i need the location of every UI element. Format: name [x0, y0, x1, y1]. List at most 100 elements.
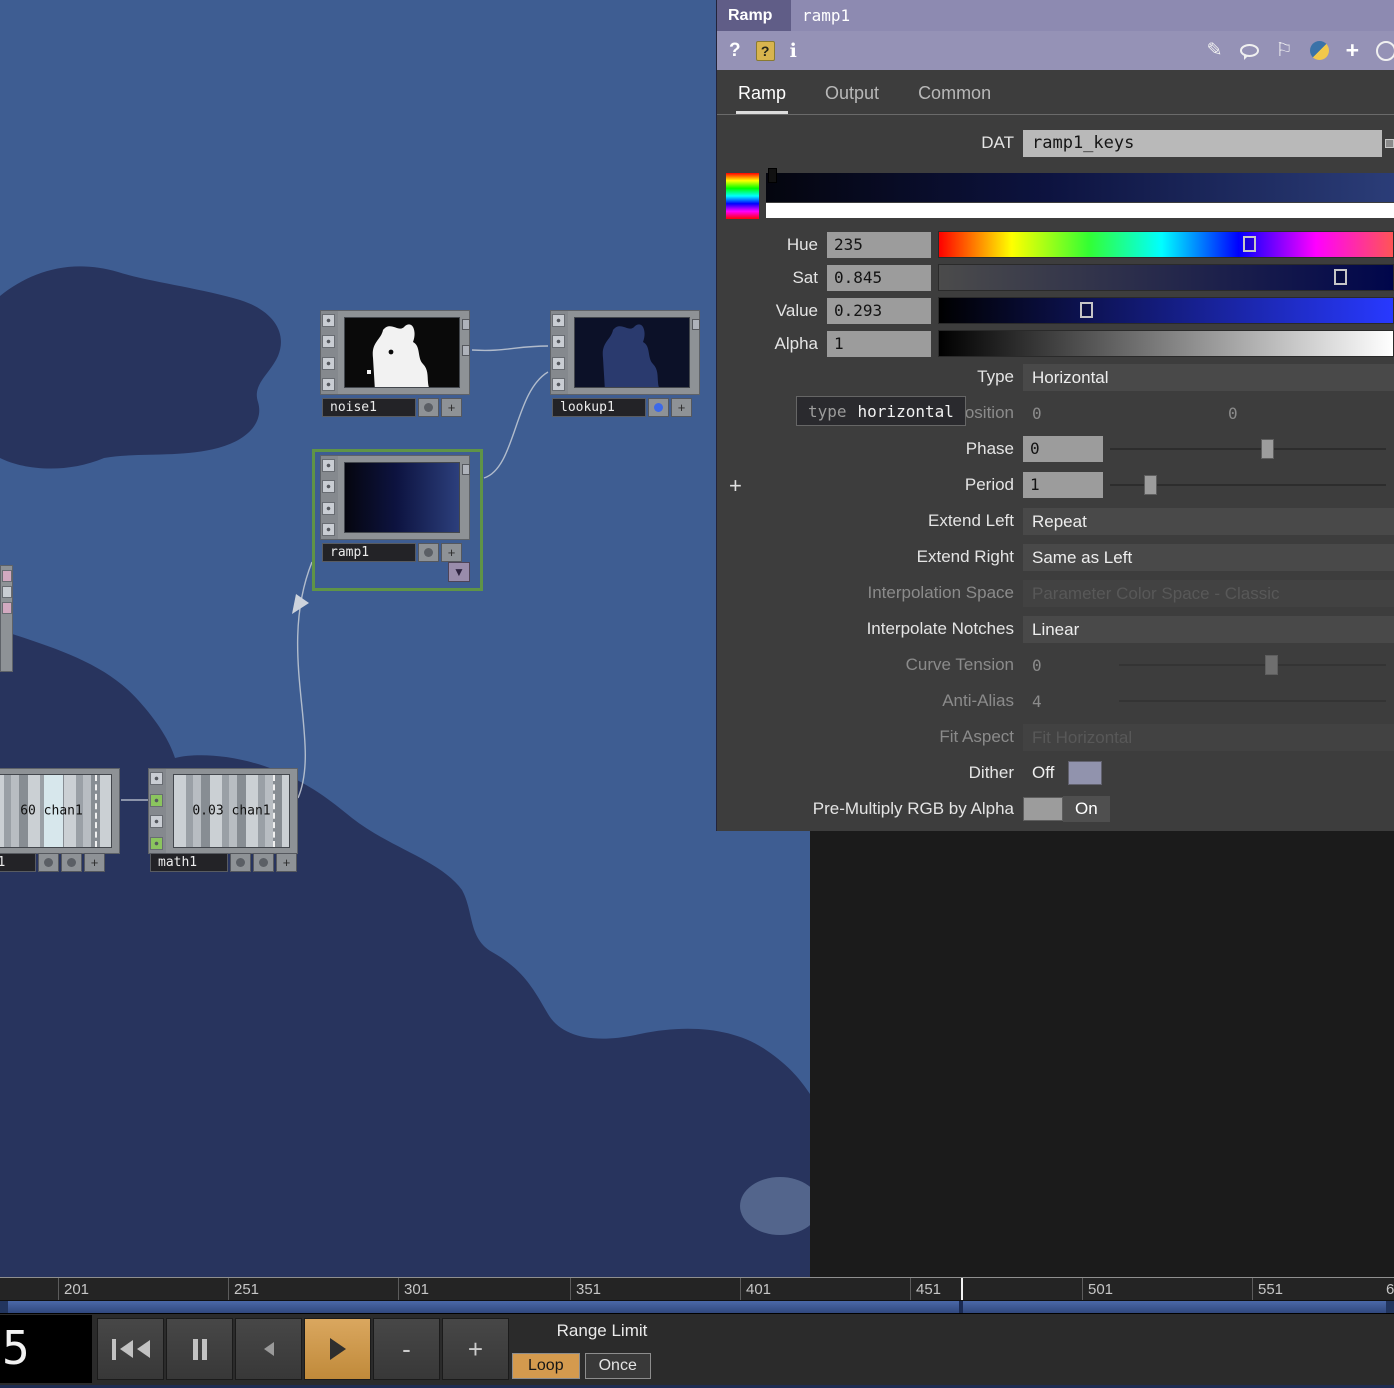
hue-value-field[interactable]: 235 [827, 232, 931, 258]
plus-icon[interactable]: + [1346, 41, 1359, 60]
math1-dot-button[interactable] [253, 853, 274, 872]
ramp1-output-connector[interactable] [462, 464, 470, 475]
expand-params-icon[interactable]: + [729, 473, 742, 499]
extend-right-menu[interactable]: Same as Left [1023, 544, 1394, 571]
period-slider[interactable] [1110, 472, 1390, 498]
ramp1-params-expand-arrow[interactable]: ▼ [448, 562, 470, 582]
tab-common[interactable]: Common [916, 83, 993, 114]
node-flags[interactable] [321, 456, 338, 539]
math1-add-button[interactable]: + [276, 853, 297, 872]
node-flags[interactable] [149, 769, 166, 853]
pencil-icon[interactable]: ✎ [1207, 39, 1223, 62]
operator-name-field[interactable]: ramp1 [791, 0, 1394, 31]
comment-icon[interactable] [1240, 44, 1259, 57]
export-flag-icon[interactable] [552, 357, 565, 370]
pause-button[interactable] [166, 1318, 233, 1380]
alpha-slider[interactable] [938, 330, 1394, 357]
node-name-tag[interactable]: lookup1 [552, 398, 646, 417]
edit-flag-icon[interactable] [552, 378, 565, 391]
premultiply-toggle[interactable] [1023, 797, 1063, 821]
play-forward-button[interactable] [304, 1318, 371, 1380]
ramp-gradient-preview[interactable] [766, 173, 1394, 202]
noise1-add-button[interactable]: + [441, 398, 462, 417]
node-flags[interactable] [551, 311, 568, 394]
python-icon[interactable] [1310, 41, 1329, 60]
phase-slider-handle[interactable] [1261, 439, 1274, 459]
help-icon[interactable]: ? [729, 40, 741, 62]
ramp1-viewer-button[interactable] [418, 543, 439, 562]
lookup1-output-connector[interactable] [692, 319, 700, 330]
node-tto1[interactable]: 60 chan1 [0, 768, 120, 854]
timeline-range-scrollbar[interactable] [0, 1301, 1394, 1314]
viewer-flag-icon[interactable] [322, 459, 335, 472]
once-button[interactable]: Once [585, 1353, 651, 1379]
node-math1[interactable]: 0.03 chan1 [148, 768, 298, 854]
ramp1-add-button[interactable]: + [441, 543, 462, 562]
clone-flag-icon[interactable] [552, 335, 565, 348]
type-menu[interactable]: Horizontal [1023, 364, 1394, 391]
math1-viewer-button[interactable] [230, 853, 251, 872]
jump-to-start-button[interactable] [97, 1318, 164, 1380]
help-search-icon[interactable]: ? [756, 41, 775, 61]
viewer-flag-icon[interactable] [552, 314, 565, 327]
input-connector-icon[interactable] [150, 794, 163, 807]
interpolate-notches-menu[interactable]: Linear [1023, 616, 1394, 643]
network-editor-pane[interactable]: noise1 + lookup1 + [0, 0, 810, 1277]
noise1-output-connector2[interactable] [462, 345, 470, 356]
hue-slider[interactable] [938, 231, 1394, 258]
period-value-field[interactable]: 1 [1023, 472, 1103, 498]
node-name-tag[interactable]: math1 [150, 853, 228, 872]
tto1-viewer-button[interactable] [38, 853, 59, 872]
phase-slider[interactable] [1110, 436, 1390, 462]
export-flag-icon[interactable] [150, 815, 163, 828]
dither-toggle[interactable] [1068, 761, 1102, 785]
viewer-flag-icon[interactable] [150, 772, 163, 785]
tto1-add-button[interactable]: + [84, 853, 105, 872]
export-flag-icon[interactable] [322, 502, 335, 515]
edit-flag-icon[interactable] [322, 523, 335, 536]
node-lookup1[interactable] [550, 310, 700, 395]
current-frame-cursor[interactable] [961, 1278, 963, 1301]
output-connector-icon[interactable] [150, 837, 163, 850]
tto1-dot-button[interactable] [61, 853, 82, 872]
color-picker-icon[interactable] [726, 173, 759, 219]
hue-slider-marker[interactable] [1243, 236, 1256, 252]
alpha-value-field[interactable]: 1 [827, 331, 931, 357]
info-icon[interactable]: i [790, 40, 797, 62]
noise1-viewer-button[interactable] [418, 398, 439, 417]
clone-flag-icon[interactable] [322, 480, 335, 493]
ramp-key-marker[interactable] [768, 168, 777, 183]
node-name-tag[interactable]: ramp1 [322, 543, 416, 562]
dat-field[interactable]: ramp1_keys [1023, 130, 1382, 157]
node-name-tag[interactable]: tto1 [0, 853, 36, 872]
lookup1-add-button[interactable]: + [671, 398, 692, 417]
value-slider[interactable] [938, 297, 1394, 324]
period-slider-handle[interactable] [1144, 475, 1157, 495]
circle-icon[interactable] [1376, 41, 1394, 61]
tab-ramp[interactable]: Ramp [736, 83, 788, 114]
node-noise1[interactable] [320, 310, 470, 395]
clone-flag-icon[interactable] [322, 335, 335, 348]
noise1-output-connector[interactable] [462, 319, 470, 330]
lookup1-viewer-button[interactable] [648, 398, 669, 417]
node-name-tag[interactable]: noise1 [322, 398, 416, 417]
frame-counter[interactable]: 5 [0, 1315, 92, 1383]
value-value-field[interactable]: 0.293 [827, 298, 931, 324]
sat-value-field[interactable]: 0.845 [827, 265, 931, 291]
value-slider-marker[interactable] [1080, 302, 1093, 318]
node-partial-edge[interactable] [0, 565, 13, 672]
ramp-gradient-editor[interactable] [766, 173, 1394, 219]
step-forward-button[interactable]: + [442, 1318, 509, 1380]
dat-picker-icon[interactable] [1385, 139, 1394, 148]
phase-value-field[interactable]: 0 [1023, 436, 1103, 462]
ramp-alpha-strip[interactable] [766, 203, 1394, 218]
export-flag-icon[interactable] [322, 357, 335, 370]
tab-output[interactable]: Output [823, 83, 881, 114]
loop-button[interactable]: Loop [512, 1353, 580, 1379]
viewer-flag-icon[interactable] [322, 314, 335, 327]
edit-flag-icon[interactable] [322, 378, 335, 391]
step-back-button[interactable]: - [373, 1318, 440, 1380]
sat-slider-marker[interactable] [1334, 269, 1347, 285]
node-flags[interactable] [321, 311, 338, 394]
timeline-ruler[interactable]: 201 251 301 351 401 451 501 551 6 [0, 1278, 1394, 1301]
